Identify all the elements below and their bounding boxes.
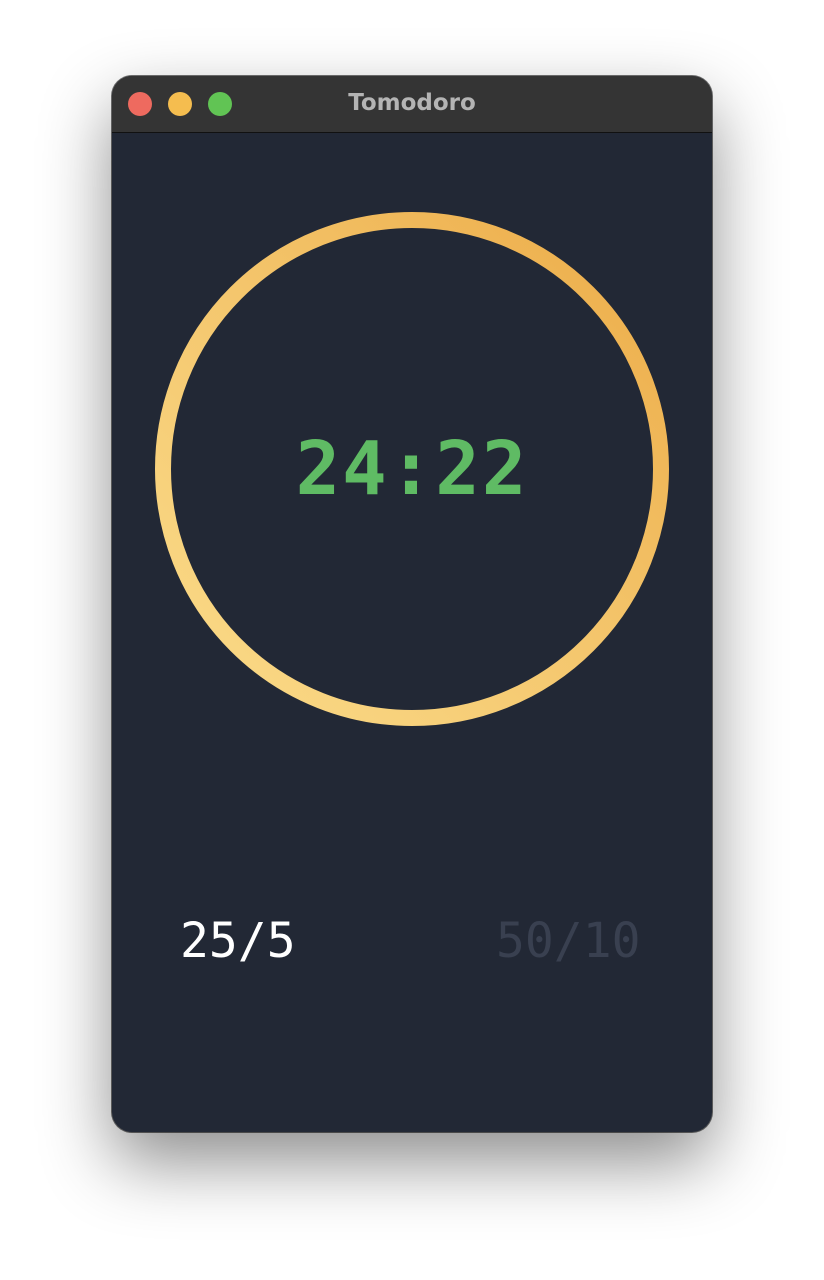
window-title: Tomodoro (348, 90, 476, 116)
title-bar[interactable]: Tomodoro (112, 76, 712, 133)
timer-view: 24:22 25/5 50/10 (112, 133, 712, 1132)
app-window: Tomodoro 24:22 25/5 50/10 (112, 76, 712, 1132)
preset-25-5-button[interactable]: 25/5 (180, 913, 296, 969)
preset-50-10-button[interactable]: 50/10 (496, 913, 641, 969)
countdown-time: 24:22 (295, 426, 529, 512)
